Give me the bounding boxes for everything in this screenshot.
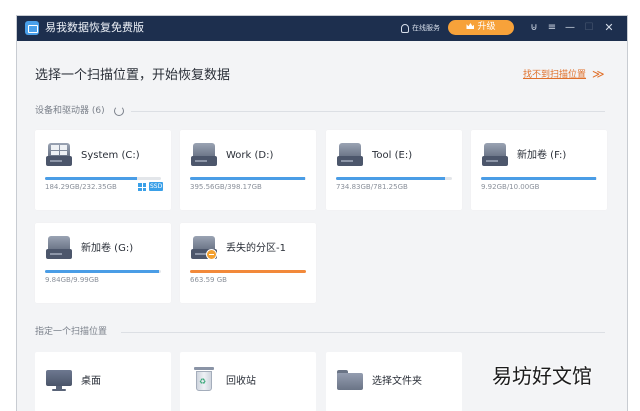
usage-bar-fill: [45, 177, 137, 180]
drive-card[interactable]: 新加卷 (F:) 9.92GB/10.00GB: [471, 130, 607, 210]
online-service-label: 在线服务: [412, 24, 440, 32]
drive-name: Work (D:): [226, 150, 274, 161]
drive-size: 184.29GB/232.35GB: [45, 183, 117, 191]
hard-drive-icon: [46, 236, 72, 260]
usage-bar-fill: [45, 270, 159, 273]
usage-bar-fill: [190, 270, 306, 273]
upgrade-button[interactable]: 升级: [448, 20, 514, 35]
lost-partition-icon: [206, 249, 217, 260]
drive-size: 9.84GB/9.99GB: [45, 276, 99, 284]
drive-card[interactable]: System (C:) 184.29GB/232.35GB SSD: [35, 130, 171, 210]
double-chevron-right-icon[interactable]: ≫: [592, 66, 604, 82]
location-desktop[interactable]: 桌面: [35, 352, 171, 411]
recycle-bin-icon: ♻: [194, 367, 214, 391]
hard-drive-icon: [191, 143, 217, 167]
location-name: 选择文件夹: [372, 376, 422, 387]
usage-bar: [45, 270, 161, 273]
drive-name: Tool (E:): [372, 150, 413, 161]
online-service-button[interactable]: 在线服务: [401, 23, 440, 33]
system-drive-icon: [138, 183, 146, 191]
usage-bar-fill: [336, 177, 446, 180]
drive-card[interactable]: 新加卷 (G:) 9.84GB/9.99GB: [35, 223, 171, 303]
hard-drive-icon: [46, 143, 72, 167]
menu-icon[interactable]: ≡: [546, 22, 558, 34]
section-divider: [121, 332, 605, 333]
usage-bar-fill: [481, 177, 596, 180]
location-name: 桌面: [81, 376, 101, 387]
drive-card[interactable]: 丢失的分区-1 663.59 GB: [180, 223, 316, 303]
feedback-icon[interactable]: ⊍: [528, 22, 540, 34]
watermark: 易坊好文馆: [492, 364, 592, 388]
usage-bar-fill: [190, 177, 305, 180]
location-recycle-bin[interactable]: ♻ 回收站: [180, 352, 316, 411]
devices-section-label: 设备和驱动器 (6): [35, 106, 105, 116]
cannot-find-location-link[interactable]: 找不到扫描位置: [523, 68, 586, 82]
drive-size: 663.59 GB: [190, 276, 227, 284]
page-title: 选择一个扫描位置，开始恢复数据: [35, 68, 231, 83]
usage-bar: [45, 177, 161, 180]
usage-bar: [190, 270, 306, 273]
headset-icon: [401, 23, 409, 33]
drive-size: 395.56GB/398.17GB: [190, 183, 262, 191]
ssd-badge: SSD: [149, 182, 164, 191]
windows-logo-icon: [51, 145, 67, 155]
location-name: 回收站: [226, 376, 256, 387]
hard-drive-icon: [191, 236, 217, 260]
drive-size: 9.92GB/10.00GB: [481, 183, 540, 191]
usage-bar: [190, 177, 306, 180]
upgrade-label: 升级: [477, 22, 496, 32]
usage-bar: [481, 177, 597, 180]
usage-bar: [336, 177, 452, 180]
close-icon[interactable]: ✕: [603, 22, 615, 34]
title-bar: 易我数据恢复免费版 在线服务 升级 ⊍ ≡ — ☐ ✕: [17, 16, 627, 41]
app-window: 易我数据恢复免费版 在线服务 升级 ⊍ ≡ — ☐ ✕ 选择一个扫描位置，开始恢…: [16, 15, 628, 411]
locations-section-label: 指定一个扫描位置: [35, 327, 108, 337]
location-select-folder[interactable]: 选择文件夹: [326, 352, 462, 411]
crown-icon: [466, 23, 475, 29]
section-divider: [131, 111, 605, 112]
drive-name: System (C:): [81, 150, 140, 161]
monitor-icon: [46, 370, 72, 392]
app-title: 易我数据恢复免费版: [45, 21, 144, 34]
drive-name: 新加卷 (F:): [517, 150, 567, 161]
app-logo-icon: [25, 21, 39, 35]
folder-icon: [337, 370, 363, 390]
drive-card[interactable]: Work (D:) 395.56GB/398.17GB: [180, 130, 316, 210]
drive-name: 新加卷 (G:): [81, 243, 134, 254]
maximize-icon[interactable]: ☐: [583, 22, 595, 34]
drive-card[interactable]: Tool (E:) 734.83GB/781.25GB: [326, 130, 462, 210]
drive-size: 734.83GB/781.25GB: [336, 183, 408, 191]
minimize-icon[interactable]: —: [564, 22, 576, 34]
refresh-icon[interactable]: [114, 106, 124, 116]
hard-drive-icon: [337, 143, 363, 167]
drive-name: 丢失的分区-1: [226, 243, 286, 254]
hard-drive-icon: [482, 143, 508, 167]
